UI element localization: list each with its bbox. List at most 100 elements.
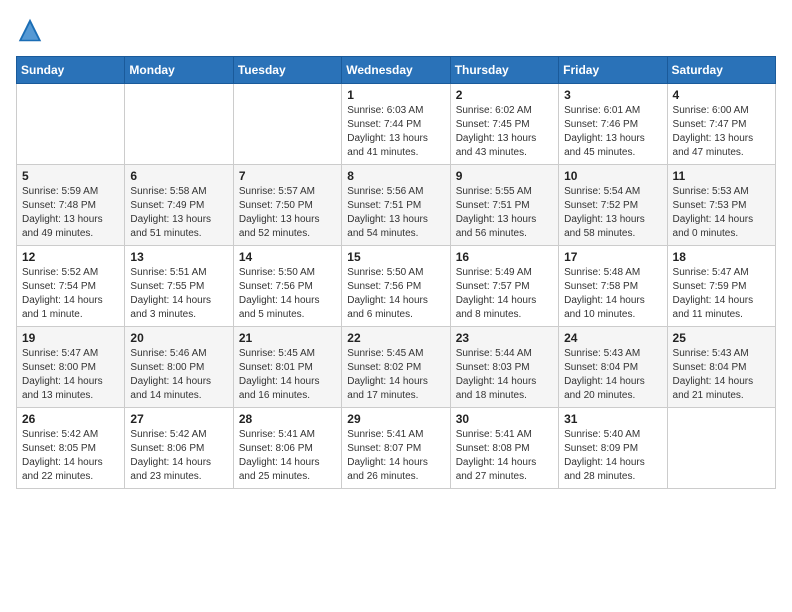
day-number: 13 xyxy=(130,250,227,264)
day-info: Sunrise: 5:53 AM Sunset: 7:53 PM Dayligh… xyxy=(673,185,770,241)
calendar-cell: 30 Sunrise: 5:41 AM Sunset: 8:08 PM Dayli… xyxy=(450,408,558,489)
day-number: 9 xyxy=(456,169,553,183)
calendar-cell: 20Sunrise: 5:46 AM Sunset: 8:00 PM Dayli… xyxy=(125,327,233,408)
logo-icon xyxy=(16,16,44,44)
day-number: 31 xyxy=(564,412,661,426)
calendar-cell: 18Sunrise: 5:47 AM Sunset: 7:59 PM Dayli… xyxy=(667,246,775,327)
day-info: Sunrise: 5:47 AM Sunset: 8:00 PM Dayligh… xyxy=(22,347,119,403)
calendar-week-row: 26 Sunrise: 5:42 AM Sunset: 8:05 PM Dayli… xyxy=(17,408,776,489)
day-info: Sunrise: 5:55 AM Sunset: 7:51 PM Dayligh… xyxy=(456,185,553,241)
calendar-cell: 5Sunrise: 5:59 AM Sunset: 7:48 PM Daylig… xyxy=(17,165,125,246)
day-info: Sunrise: 5:54 AM Sunset: 7:52 PM Dayligh… xyxy=(564,185,661,241)
day-info: Sunrise: 5:45 AM Sunset: 8:01 PM Dayligh… xyxy=(239,347,336,403)
day-number: 26 xyxy=(22,412,119,426)
day-header: Wednesday xyxy=(342,57,450,84)
day-number: 8 xyxy=(347,169,444,183)
day-info: Sunrise: 5:51 AM Sunset: 7:55 PM Dayligh… xyxy=(130,266,227,322)
day-info: Sunrise: 5:43 AM Sunset: 8:04 PM Dayligh… xyxy=(564,347,661,403)
day-info: Sunrise: 5:41 AM Sunset: 8:06 PM Dayligh… xyxy=(239,428,336,484)
calendar-week-row: 1Sunrise: 6:03 AM Sunset: 7:44 PM Daylig… xyxy=(17,84,776,165)
day-header: Sunday xyxy=(17,57,125,84)
day-number: 17 xyxy=(564,250,661,264)
day-number: 6 xyxy=(130,169,227,183)
page-header xyxy=(16,16,776,44)
day-number: 4 xyxy=(673,88,770,102)
day-header: Monday xyxy=(125,57,233,84)
day-info: Sunrise: 5:52 AM Sunset: 7:54 PM Dayligh… xyxy=(22,266,119,322)
calendar-cell: 16Sunrise: 5:49 AM Sunset: 7:57 PM Dayli… xyxy=(450,246,558,327)
day-header: Thursday xyxy=(450,57,558,84)
calendar-cell: 7 Sunrise: 5:57 AM Sunset: 7:50 PM Daylig… xyxy=(233,165,341,246)
day-header: Saturday xyxy=(667,57,775,84)
day-number: 10 xyxy=(564,169,661,183)
calendar-cell: 29Sunrise: 5:41 AM Sunset: 8:07 PM Dayli… xyxy=(342,408,450,489)
day-number: 25 xyxy=(673,331,770,345)
calendar-cell: 2 Sunrise: 6:02 AM Sunset: 7:45 PM Daylig… xyxy=(450,84,558,165)
calendar-week-row: 12 Sunrise: 5:52 AM Sunset: 7:54 PM Dayli… xyxy=(17,246,776,327)
day-info: Sunrise: 5:50 AM Sunset: 7:56 PM Dayligh… xyxy=(239,266,336,322)
calendar-cell: 19 Sunrise: 5:47 AM Sunset: 8:00 PM Dayli… xyxy=(17,327,125,408)
day-number: 7 xyxy=(239,169,336,183)
day-header: Friday xyxy=(559,57,667,84)
calendar-cell: 1Sunrise: 6:03 AM Sunset: 7:44 PM Daylig… xyxy=(342,84,450,165)
day-number: 16 xyxy=(456,250,553,264)
day-info: Sunrise: 6:02 AM Sunset: 7:45 PM Dayligh… xyxy=(456,104,553,160)
day-info: Sunrise: 5:56 AM Sunset: 7:51 PM Dayligh… xyxy=(347,185,444,241)
calendar-cell: 25 Sunrise: 5:43 AM Sunset: 8:04 PM Dayli… xyxy=(667,327,775,408)
calendar-cell: 26 Sunrise: 5:42 AM Sunset: 8:05 PM Dayli… xyxy=(17,408,125,489)
day-info: Sunrise: 5:41 AM Sunset: 8:08 PM Dayligh… xyxy=(456,428,553,484)
day-number: 19 xyxy=(22,331,119,345)
day-info: Sunrise: 6:00 AM Sunset: 7:47 PM Dayligh… xyxy=(673,104,770,160)
calendar-cell: 13 Sunrise: 5:51 AM Sunset: 7:55 PM Dayli… xyxy=(125,246,233,327)
day-number: 22 xyxy=(347,331,444,345)
day-header: Tuesday xyxy=(233,57,341,84)
day-number: 5 xyxy=(22,169,119,183)
calendar-cell: 14 Sunrise: 5:50 AM Sunset: 7:56 PM Dayli… xyxy=(233,246,341,327)
calendar-cell: 12 Sunrise: 5:52 AM Sunset: 7:54 PM Dayli… xyxy=(17,246,125,327)
day-number: 15 xyxy=(347,250,444,264)
day-info: Sunrise: 5:44 AM Sunset: 8:03 PM Dayligh… xyxy=(456,347,553,403)
day-number: 2 xyxy=(456,88,553,102)
day-info: Sunrise: 5:42 AM Sunset: 8:06 PM Dayligh… xyxy=(130,428,227,484)
calendar-header-row: SundayMondayTuesdayWednesdayThursdayFrid… xyxy=(17,57,776,84)
calendar-cell: 10 Sunrise: 5:54 AM Sunset: 7:52 PM Dayli… xyxy=(559,165,667,246)
calendar-cell xyxy=(667,408,775,489)
calendar-week-row: 19 Sunrise: 5:47 AM Sunset: 8:00 PM Dayli… xyxy=(17,327,776,408)
day-number: 24 xyxy=(564,331,661,345)
calendar-cell: 4 Sunrise: 6:00 AM Sunset: 7:47 PM Daylig… xyxy=(667,84,775,165)
calendar-cell: 3 Sunrise: 6:01 AM Sunset: 7:46 PM Daylig… xyxy=(559,84,667,165)
day-number: 14 xyxy=(239,250,336,264)
day-info: Sunrise: 5:48 AM Sunset: 7:58 PM Dayligh… xyxy=(564,266,661,322)
calendar-cell xyxy=(17,84,125,165)
day-number: 3 xyxy=(564,88,661,102)
day-number: 27 xyxy=(130,412,227,426)
day-info: Sunrise: 5:50 AM Sunset: 7:56 PM Dayligh… xyxy=(347,266,444,322)
calendar-cell: 28 Sunrise: 5:41 AM Sunset: 8:06 PM Dayli… xyxy=(233,408,341,489)
calendar-cell: 9 Sunrise: 5:55 AM Sunset: 7:51 PM Daylig… xyxy=(450,165,558,246)
day-number: 12 xyxy=(22,250,119,264)
calendar-cell: 23 Sunrise: 5:44 AM Sunset: 8:03 PM Dayli… xyxy=(450,327,558,408)
calendar-week-row: 5Sunrise: 5:59 AM Sunset: 7:48 PM Daylig… xyxy=(17,165,776,246)
calendar-cell: 21Sunrise: 5:45 AM Sunset: 8:01 PM Dayli… xyxy=(233,327,341,408)
day-info: Sunrise: 6:03 AM Sunset: 7:44 PM Dayligh… xyxy=(347,104,444,160)
day-info: Sunrise: 6:01 AM Sunset: 7:46 PM Dayligh… xyxy=(564,104,661,160)
day-number: 11 xyxy=(673,169,770,183)
day-info: Sunrise: 5:43 AM Sunset: 8:04 PM Dayligh… xyxy=(673,347,770,403)
day-info: Sunrise: 5:45 AM Sunset: 8:02 PM Dayligh… xyxy=(347,347,444,403)
day-number: 28 xyxy=(239,412,336,426)
day-info: Sunrise: 5:41 AM Sunset: 8:07 PM Dayligh… xyxy=(347,428,444,484)
day-info: Sunrise: 5:58 AM Sunset: 7:49 PM Dayligh… xyxy=(130,185,227,241)
calendar-cell: 17 Sunrise: 5:48 AM Sunset: 7:58 PM Dayli… xyxy=(559,246,667,327)
day-number: 23 xyxy=(456,331,553,345)
logo xyxy=(16,16,48,44)
day-info: Sunrise: 5:42 AM Sunset: 8:05 PM Dayligh… xyxy=(22,428,119,484)
calendar-cell: 24 Sunrise: 5:43 AM Sunset: 8:04 PM Dayli… xyxy=(559,327,667,408)
day-info: Sunrise: 5:46 AM Sunset: 8:00 PM Dayligh… xyxy=(130,347,227,403)
day-info: Sunrise: 5:57 AM Sunset: 7:50 PM Dayligh… xyxy=(239,185,336,241)
day-number: 30 xyxy=(456,412,553,426)
day-info: Sunrise: 5:40 AM Sunset: 8:09 PM Dayligh… xyxy=(564,428,661,484)
day-info: Sunrise: 5:47 AM Sunset: 7:59 PM Dayligh… xyxy=(673,266,770,322)
calendar-cell: 15 Sunrise: 5:50 AM Sunset: 7:56 PM Dayli… xyxy=(342,246,450,327)
calendar-cell: 27 Sunrise: 5:42 AM Sunset: 8:06 PM Dayli… xyxy=(125,408,233,489)
calendar-cell xyxy=(125,84,233,165)
